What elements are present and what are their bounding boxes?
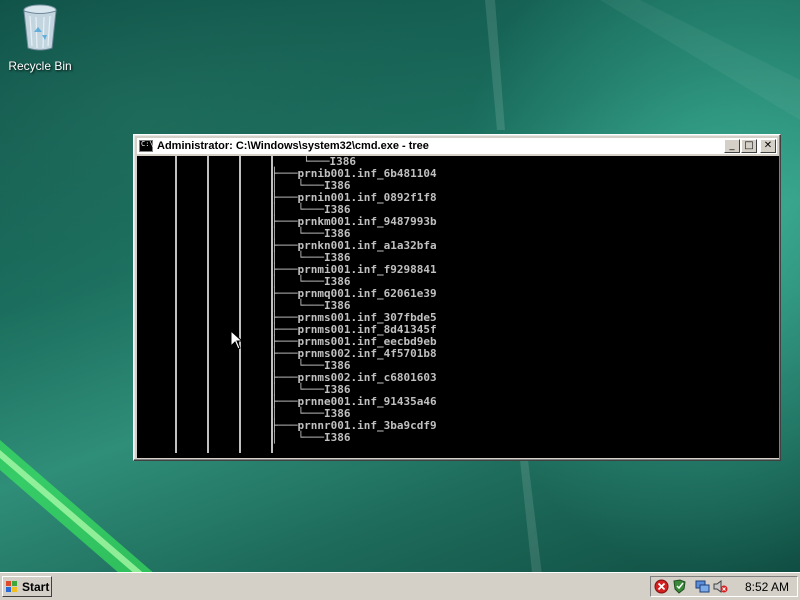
recycle-bin-icon: [23, 4, 57, 51]
taskbar: Start 8:52 AM: [0, 572, 800, 600]
console-output[interactable]: └───I386 ├───prnib001.inf_6b481104 │ └───I…: [137, 156, 779, 458]
clock[interactable]: 8:52 AM: [745, 580, 789, 594]
start-button[interactable]: Start: [2, 576, 52, 597]
window-titlebar[interactable]: C:\ Administrator: C:\Windows\system32\c…: [137, 138, 777, 154]
window-title: Administrator: C:\Windows\system32\cmd.e…: [157, 140, 429, 152]
console-line: │ └───I386: [271, 431, 351, 444]
volume-muted-icon[interactable]: [713, 579, 728, 594]
maximize-button[interactable]: □: [741, 139, 757, 153]
windows-logo-icon: [6, 580, 19, 593]
minimize-button[interactable]: _: [724, 139, 740, 153]
network-icon[interactable]: [695, 579, 710, 594]
system-tray: 8:52 AM: [650, 576, 798, 597]
shield-check-icon[interactable]: [672, 579, 687, 594]
mouse-cursor-icon: [230, 330, 244, 350]
recycle-bin-label: Recycle Bin: [8, 59, 72, 73]
close-button[interactable]: ✕: [760, 139, 776, 153]
tree-guide-lines: [137, 156, 779, 458]
security-alert-icon[interactable]: [654, 579, 669, 594]
cmd-window[interactable]: C:\ Administrator: C:\Windows\system32\c…: [133, 134, 781, 461]
cmd-icon: C:\: [139, 140, 154, 152]
recycle-bin[interactable]: Recycle Bin: [6, 2, 74, 73]
start-label: Start: [22, 579, 50, 594]
